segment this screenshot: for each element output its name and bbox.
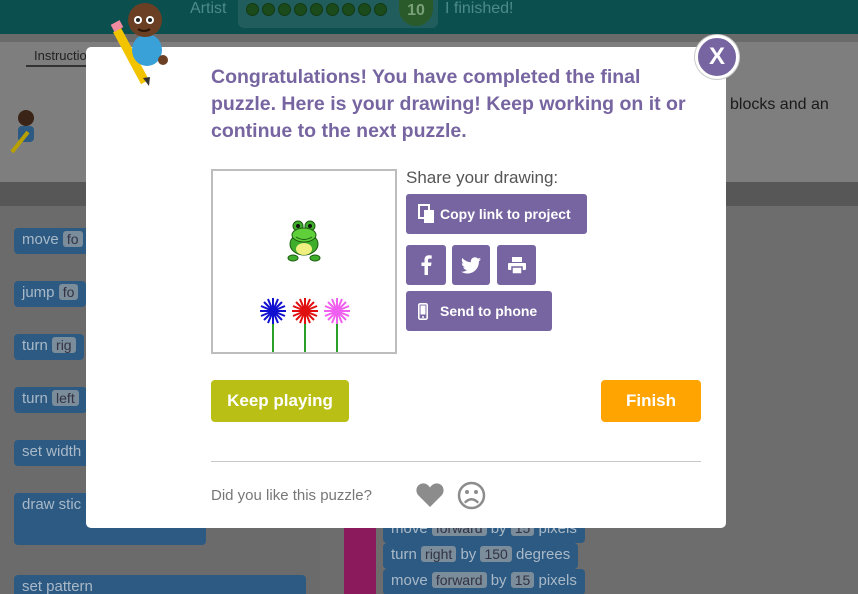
- divider: [211, 461, 701, 462]
- red-flower-icon: [292, 298, 318, 324]
- artist-character-icon: [110, 3, 168, 86]
- keep-playing-button[interactable]: Keep playing: [211, 380, 349, 422]
- feedback-question: Did you like this puzzle?: [211, 487, 372, 504]
- send-to-phone-button[interactable]: Send to phone: [406, 291, 552, 331]
- level-dots: [246, 3, 387, 16]
- level-dot[interactable]: [310, 3, 323, 16]
- twitter-share-button[interactable]: [452, 245, 490, 285]
- toolbox-block[interactable]: move fo: [14, 228, 91, 254]
- toolbox-block[interactable]: turn left: [14, 387, 87, 413]
- pink-flower-icon: [324, 298, 350, 324]
- print-icon: [507, 256, 526, 274]
- finish-button[interactable]: Finish: [601, 380, 701, 422]
- toolbox-block[interactable]: turn rig: [14, 334, 84, 360]
- finished-link[interactable]: I finished!: [445, 0, 513, 18]
- level-dot[interactable]: [326, 3, 339, 16]
- app-title: Artist: [190, 0, 227, 17]
- copy-link-button[interactable]: Copy link to project: [406, 194, 587, 234]
- close-icon: X: [708, 43, 725, 70]
- level-dot[interactable]: [294, 3, 307, 16]
- level-dot[interactable]: [278, 3, 291, 16]
- drawing-preview: [211, 169, 397, 354]
- facebook-share-button[interactable]: [406, 245, 446, 285]
- phone-icon: [418, 302, 428, 320]
- artist-avatar-icon: [10, 110, 34, 154]
- toolbox-block[interactable]: set width: [14, 440, 90, 466]
- completion-message: Congratulations! You have completed the …: [211, 66, 686, 142]
- facebook-icon: [420, 255, 432, 275]
- heart-icon[interactable]: [416, 482, 444, 508]
- level-dot[interactable]: [374, 3, 387, 16]
- blue-flower-icon: [260, 298, 286, 324]
- instructions-text: blocks and an: [730, 96, 829, 113]
- workspace-block[interactable]: move forward by 15 pixels: [383, 569, 585, 594]
- workspace-block[interactable]: turn right by 150 degrees: [383, 543, 579, 569]
- copy-icon: [418, 204, 436, 224]
- twitter-icon: [461, 256, 481, 274]
- copy-link-label: Copy link to project: [440, 206, 571, 222]
- print-button[interactable]: [497, 245, 536, 285]
- frown-icon[interactable]: [457, 481, 486, 510]
- level-dot[interactable]: [246, 3, 259, 16]
- share-label: Share your drawing:: [406, 168, 559, 187]
- toolbox-block[interactable]: jump fo: [14, 281, 87, 307]
- level-dot[interactable]: [358, 3, 371, 16]
- level-dot[interactable]: [262, 3, 275, 16]
- send-to-phone-label: Send to phone: [440, 303, 538, 319]
- toolbox-block[interactable]: set pattern: [14, 575, 306, 594]
- frog-icon: [287, 220, 321, 262]
- level-dot[interactable]: [342, 3, 355, 16]
